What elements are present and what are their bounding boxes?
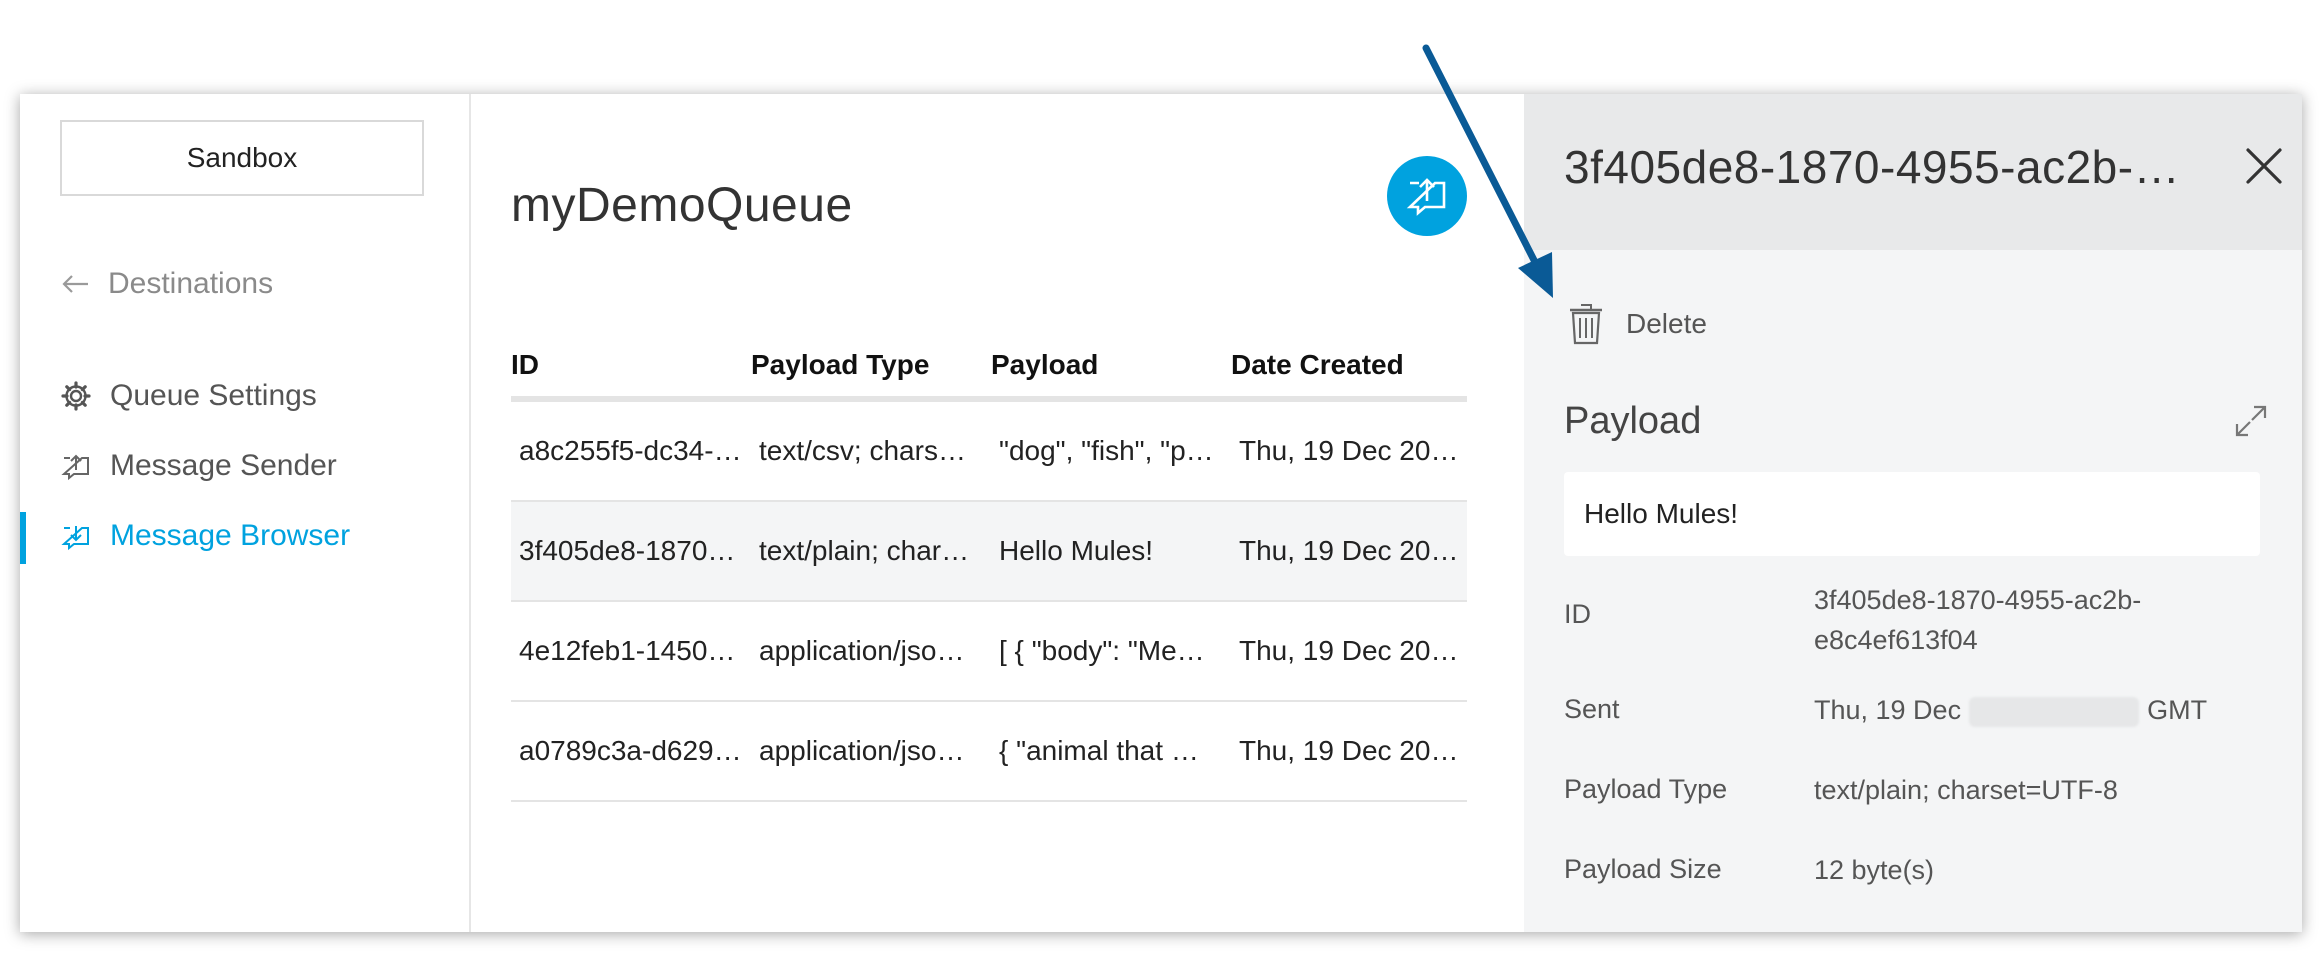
cell-payload: "dog", "fish", "p…	[991, 399, 1231, 502]
column-header-id[interactable]: ID	[511, 334, 751, 402]
close-icon	[2246, 148, 2282, 184]
column-header-payload-type[interactable]: Payload Type	[751, 334, 991, 402]
app-window: Sandbox Destinations Queue Settings Mess…	[20, 94, 2302, 932]
send-message-button[interactable]	[1387, 156, 1467, 236]
cell-date: Thu, 19 Dec 20…	[1231, 399, 1467, 502]
cell-id: a0789c3a-d629…	[511, 701, 751, 802]
detail-header: 3f405de8-1870-4955-ac2b-e…	[1524, 94, 2302, 250]
cell-id: 3f405de8-1870…	[511, 501, 751, 602]
gear-icon	[61, 381, 91, 411]
nav-item-message-browser[interactable]: Message Browser	[60, 514, 350, 558]
meta-id-label: ID	[1564, 599, 1591, 629]
trash-icon	[1570, 304, 1602, 345]
cell-payload-type: application/jso…	[751, 701, 991, 802]
delete-message-button[interactable]: Delete	[1568, 302, 1707, 346]
cell-id: 4e12feb1-1450…	[511, 601, 751, 702]
table-row[interactable]: a0789c3a-d629… application/jso… { "anima…	[511, 701, 1467, 802]
message-send-icon	[61, 454, 89, 481]
sidebar: Sandbox Destinations Queue Settings Mess…	[20, 94, 471, 932]
delete-label: Delete	[1626, 308, 1707, 339]
cell-id: a8c255f5-dc34-…	[511, 399, 751, 502]
table-row[interactable]: a8c255f5-dc34-… text/csv; chars… "dog", …	[511, 399, 1467, 502]
meta-sent-suffix: GMT	[2147, 695, 2208, 725]
messages-table: ID Payload Type Payload Date Created a8c…	[511, 334, 1467, 802]
cell-date: Thu, 19 Dec 20…	[1231, 501, 1467, 602]
column-header-payload[interactable]: Payload	[991, 334, 1231, 402]
back-link-label: Destinations	[108, 267, 274, 300]
cell-payload: Hello Mules!	[991, 501, 1231, 602]
cell-payload: { "animal that …	[991, 701, 1231, 802]
message-detail-panel: 3f405de8-1870-4955-ac2b-e… Delete Payloa…	[1524, 94, 2302, 932]
active-nav-indicator	[20, 512, 26, 564]
nav-item-queue-settings[interactable]: Queue Settings	[60, 374, 317, 418]
meta-id-line2: e8c4ef613f04	[1814, 625, 1978, 655]
environment-label: Sandbox	[186, 142, 298, 173]
detail-title: 3f405de8-1870-4955-ac2b-e…	[1564, 141, 2204, 193]
meta-size-value: 12 byte(s)	[1814, 855, 1935, 885]
meta-sent-value: Thu, 19 Dec GMT	[1814, 690, 2207, 730]
cell-payload: [ { "body": "Me…	[991, 601, 1231, 702]
nav-label-message-sender: Message Sender	[110, 449, 337, 482]
environment-selector[interactable]: Sandbox	[60, 120, 424, 196]
meta-id-line1: 3f405de8-1870-4955-ac2b-	[1814, 585, 2142, 615]
back-to-destinations-link[interactable]: Destinations	[60, 264, 273, 304]
meta-type-value: text/plain; charset=UTF-8	[1814, 775, 2118, 805]
expand-icon	[2235, 405, 2267, 437]
column-header-date-created[interactable]: Date Created	[1231, 334, 1467, 402]
send-message-icon	[1406, 178, 1446, 216]
cell-payload-type: text/csv; chars…	[751, 399, 991, 502]
redacted-timestamp	[1969, 696, 2140, 727]
meta-id-value: 3f405de8-1870-4955-ac2b- e8c4ef613f04	[1814, 580, 2141, 660]
nav-item-message-sender[interactable]: Message Sender	[60, 444, 337, 488]
meta-sent-prefix: Thu, 19 Dec	[1814, 695, 1962, 725]
close-detail-button[interactable]	[2240, 142, 2288, 190]
payload-value: Hello Mules!	[1584, 498, 1739, 529]
cell-date: Thu, 19 Dec 20…	[1231, 701, 1467, 802]
message-browse-icon	[61, 526, 89, 551]
table-header-row: ID Payload Type Payload Date Created	[511, 334, 1467, 402]
meta-sent-label: Sent	[1564, 694, 1620, 724]
table-row[interactable]: 4e12feb1-1450… application/jso… [ { "bod…	[511, 601, 1467, 702]
cell-payload-type: application/jso…	[751, 601, 991, 702]
cell-payload-type: text/plain; char…	[751, 501, 991, 602]
table-row-selected[interactable]: 3f405de8-1870… text/plain; char… Hello M…	[511, 501, 1467, 602]
page-title: myDemoQueue	[511, 179, 853, 232]
meta-size-label: Payload Size	[1564, 854, 1722, 884]
meta-type-label: Payload Type	[1564, 774, 1728, 804]
nav-label-queue-settings: Queue Settings	[110, 379, 317, 412]
payload-content: Hello Mules!	[1564, 472, 2260, 556]
arrow-left-icon	[62, 275, 88, 293]
expand-payload-button[interactable]	[2234, 404, 2268, 438]
cell-date: Thu, 19 Dec 20…	[1231, 601, 1467, 702]
nav-label-message-browser: Message Browser	[110, 519, 351, 552]
main-content: myDemoQueue ID Payload Type Payload Date…	[471, 94, 1524, 932]
payload-heading: Payload	[1564, 400, 1702, 442]
